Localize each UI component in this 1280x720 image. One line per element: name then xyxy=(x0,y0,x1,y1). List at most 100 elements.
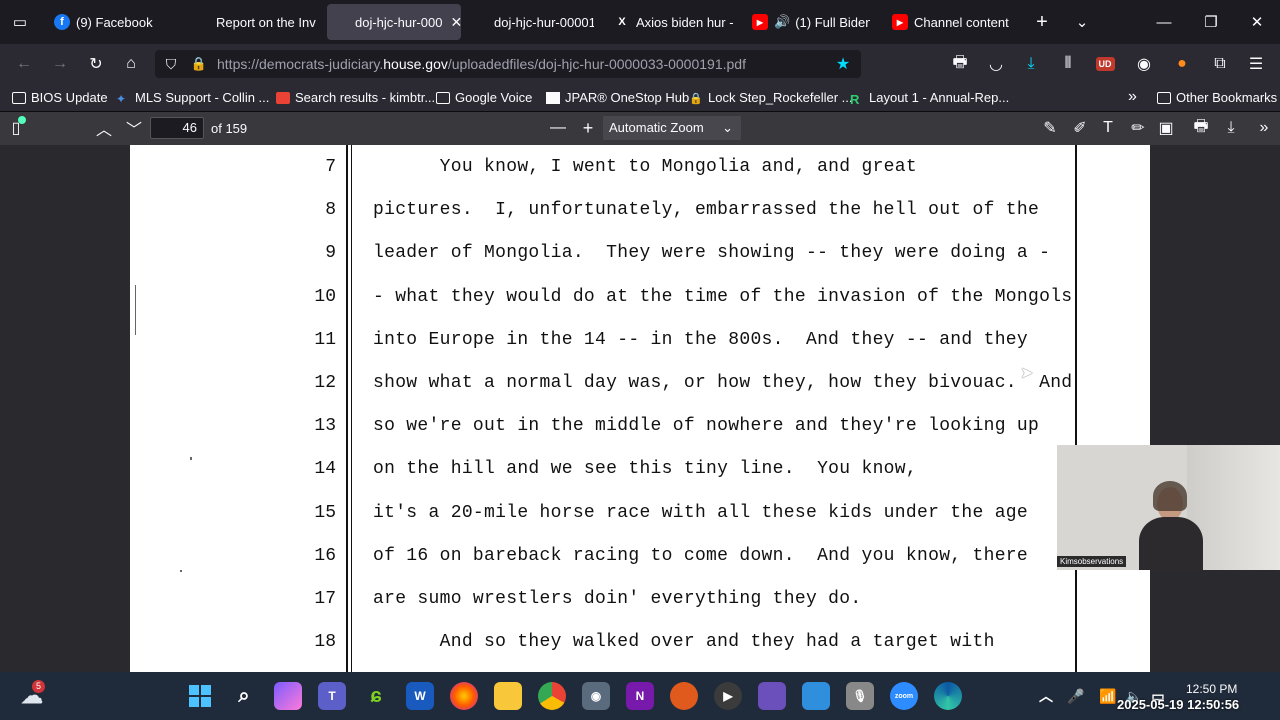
print-icon[interactable]: 🖶 xyxy=(948,52,972,76)
windows-start-icon[interactable] xyxy=(186,682,214,710)
tab-report[interactable]: Report on the Inve xyxy=(216,4,316,40)
zoom-icon[interactable]: zoom xyxy=(890,682,918,710)
bookmark-lock-step[interactable]: 🔒 Lock Step_Rockefeller ... xyxy=(689,90,853,105)
zoom-out-icon[interactable]: — xyxy=(546,116,570,140)
extension-ud-icon[interactable]: UD xyxy=(1093,52,1117,76)
pdf-viewer[interactable]: 7 You know, I went to Mongolia and, and … xyxy=(0,145,1280,672)
bookmark-mls-support[interactable]: ✦ MLS Support - Collin ... xyxy=(116,90,269,106)
line-number: 7 xyxy=(325,157,336,177)
lock-icon[interactable]: 🔒 xyxy=(187,52,211,76)
camera-icon[interactable]: ◉ xyxy=(582,682,610,710)
shield-icon[interactable]: ⛉ xyxy=(159,52,183,76)
firefox-icon[interactable] xyxy=(450,682,478,710)
chrome-icon[interactable] xyxy=(538,682,566,710)
word-icon[interactable]: W xyxy=(406,682,434,710)
copilot-icon[interactable] xyxy=(274,682,302,710)
close-window-button[interactable]: ✕ xyxy=(1243,8,1271,36)
transcript-line: so we're out in the middle of nowhere an… xyxy=(373,416,1040,437)
line-number: 10 xyxy=(314,286,336,307)
transcript-line: of 16 on bareback racing to come down. A… xyxy=(373,545,1029,566)
bookmark-other-bookmarks[interactable]: Other Bookmarks xyxy=(1157,90,1277,105)
new-tab-button[interactable]: + xyxy=(1028,8,1056,36)
page-number-input[interactable]: 46 xyxy=(150,117,204,139)
tab-facebook[interactable]: f (9) Facebook xyxy=(54,4,204,40)
mouse-cursor-icon: ➤ xyxy=(1020,365,1034,382)
line-number: 17 xyxy=(314,589,336,609)
notification-dot xyxy=(18,116,26,124)
onenote-icon[interactable]: N xyxy=(626,682,654,710)
image-icon[interactable]: ▣ xyxy=(1154,116,1178,140)
bookmark-bios-update[interactable]: BIOS Update xyxy=(12,90,108,105)
app-green-icon[interactable]: ɕ xyxy=(362,682,390,710)
transcript-line: it's a 20-mile horse race with all these… xyxy=(373,502,1029,523)
url-bar[interactable]: ⛉ 🔒 https://democrats-judiciary.house.go… xyxy=(155,50,861,78)
bookmarks-toolbar: BIOS Update ✦ MLS Support - Collin ... Se… xyxy=(0,84,1280,112)
bookmark-jpar[interactable]: JPAR® OneStop Hub xyxy=(546,90,689,105)
navigation-bar: ← → ↻ ⌂ ⛉ 🔒 https://democrats-judiciary.… xyxy=(0,44,1280,84)
home-icon[interactable]: ⌂ xyxy=(119,52,143,76)
x-icon: X xyxy=(618,16,626,28)
webcam-overlay[interactable]: Kimsobservations xyxy=(1057,445,1280,570)
extensions-puzzle-icon[interactable]: ⧉ xyxy=(1208,52,1232,76)
edit-pdf-icon[interactable]: ✎ xyxy=(1038,116,1062,140)
text-tool-icon[interactable]: T xyxy=(1096,116,1120,140)
app-orange-icon[interactable] xyxy=(670,682,698,710)
microphone-tray-icon[interactable]: 🎤 xyxy=(1062,682,1090,710)
bookmark-google-voice[interactable]: Google Voice xyxy=(436,90,532,105)
account-icon[interactable]: ◉ xyxy=(1132,52,1156,76)
speaker-icon[interactable]: 🔊 xyxy=(774,14,790,30)
previous-page-icon[interactable]: ︿ xyxy=(92,116,116,140)
extension-orange-icon[interactable]: ● xyxy=(1170,52,1194,76)
person-body xyxy=(1139,517,1203,570)
transcript-line: - what they would do at the time of the … xyxy=(373,286,1073,307)
edge-icon[interactable] xyxy=(934,682,962,710)
photos-icon[interactable] xyxy=(802,682,830,710)
minimize-button[interactable]: — xyxy=(1150,8,1178,36)
close-tab-icon[interactable]: ✕ xyxy=(450,14,461,31)
search-icon[interactable]: ⌕ xyxy=(230,682,258,710)
url-text[interactable]: https://democrats-judiciary.house.gov/up… xyxy=(217,56,746,72)
forward-arrow-icon[interactable]: → xyxy=(48,52,72,76)
line-number: 18 xyxy=(314,632,336,653)
bookmark-gmail-search[interactable]: Search results - kimbtr... xyxy=(276,90,435,105)
line-number: 13 xyxy=(314,416,336,437)
bookmark-layout[interactable]: R Layout 1 - Annual-Rep... xyxy=(850,90,1009,107)
margin-rule xyxy=(346,145,348,672)
chevron-down-icon[interactable]: ⌄ xyxy=(1068,8,1096,36)
menu-icon[interactable]: ☰ xyxy=(1244,52,1268,76)
tab-pdf-active[interactable]: doj-hjc-hur-000 ✕ xyxy=(327,4,461,40)
zoom-select[interactable]: Automatic Zoom ⌄ xyxy=(603,116,741,140)
restore-button[interactable]: ❐ xyxy=(1197,8,1225,36)
tools-chevron-icon[interactable]: » xyxy=(1252,116,1276,140)
file-explorer-icon[interactable] xyxy=(494,682,522,710)
teams-icon[interactable]: T xyxy=(318,682,346,710)
reload-icon[interactable]: ↻ xyxy=(84,52,108,76)
bookmark-star-icon[interactable]: ★ xyxy=(831,52,855,76)
clock-time[interactable]: 12:50 PM xyxy=(1186,682,1237,696)
zoom-in-icon[interactable]: + xyxy=(576,116,600,140)
gmail-icon xyxy=(276,91,290,104)
tab-channel-content[interactable]: ▶ Channel content xyxy=(892,4,1012,40)
print-icon[interactable]: 🖶 xyxy=(1189,116,1213,140)
tray-chevron-icon[interactable]: ︿ xyxy=(1032,682,1060,710)
library-icon[interactable]: ⫴ xyxy=(1056,52,1080,76)
highlight-icon[interactable]: ✐ xyxy=(1068,116,1092,140)
clipchamp-icon[interactable] xyxy=(758,682,786,710)
save-icon[interactable]: ⤓ xyxy=(1219,116,1243,140)
tab-label: doj-hjc-hur-000 xyxy=(355,14,443,30)
tab-list-icon[interactable]: ▭ xyxy=(6,8,34,36)
line-number: 12 xyxy=(314,373,336,393)
download-icon[interactable]: ⤓ xyxy=(1019,52,1043,76)
back-arrow-icon[interactable]: ← xyxy=(12,52,36,76)
tab-axios[interactable]: X Axios biden hur - S xyxy=(614,4,734,40)
draw-icon[interactable]: ✏ xyxy=(1126,116,1150,140)
more-bookmarks-icon[interactable]: » xyxy=(1128,88,1137,106)
margin-rule xyxy=(351,145,352,672)
tab-label: Axios biden hur - S xyxy=(636,14,734,30)
pocket-icon[interactable]: ◡ xyxy=(984,52,1008,76)
microphone-app-icon[interactable]: 🎙 xyxy=(846,682,874,710)
tab-full-biden[interactable]: ▶ 🔊 (1) Full Biden xyxy=(752,4,870,40)
media-player-icon[interactable]: ▶ xyxy=(714,682,742,710)
tab-pdf-2[interactable]: doj-hjc-hur-00001 xyxy=(494,4,594,40)
next-page-icon[interactable]: ﹀ xyxy=(122,116,146,140)
